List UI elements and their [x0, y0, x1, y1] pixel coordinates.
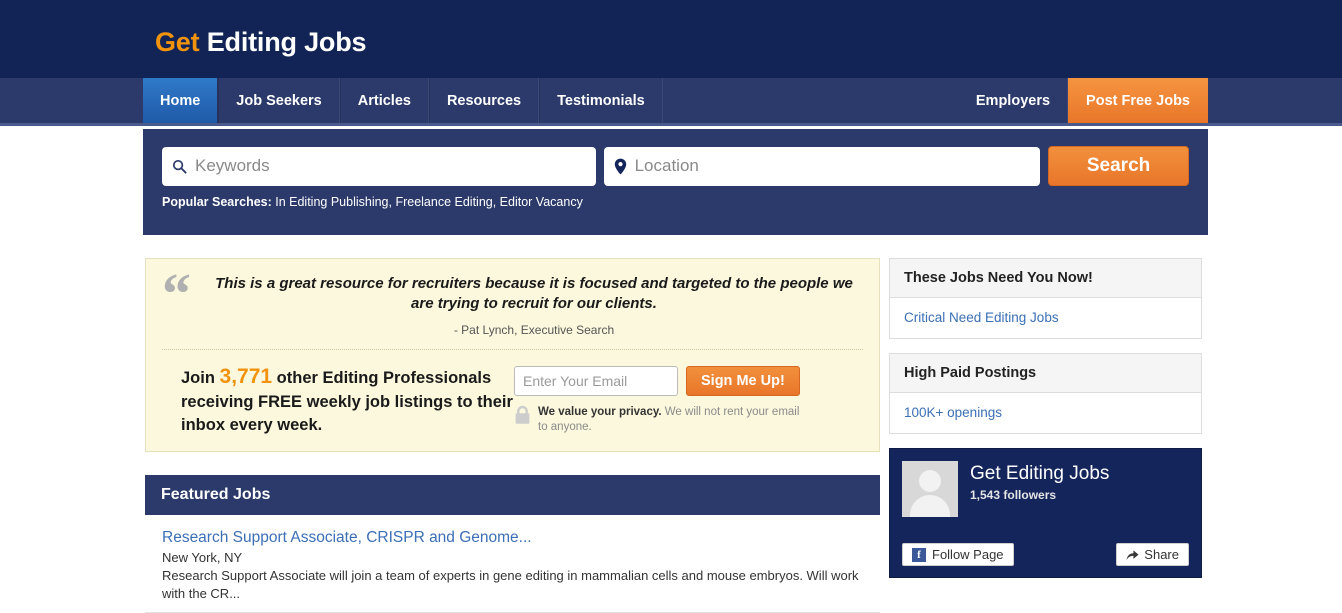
location-field-wrapper[interactable]: [603, 146, 1041, 186]
job-location: New York, NY: [162, 550, 243, 565]
follow-page-button[interactable]: f Follow Page: [902, 543, 1014, 566]
facebook-actions: f Follow Page Share: [902, 543, 1189, 566]
search-button[interactable]: Search: [1048, 146, 1189, 186]
newsletter-form-area: Sign Me Up! We value your privacy. We wi…: [514, 363, 863, 435]
facebook-page-header: Get Editing Jobs 1,543 followers: [902, 461, 1189, 517]
nav-item-post-free-jobs-label: Post Free Jobs: [1086, 92, 1190, 109]
nav-right-group: Employers Post Free Jobs: [959, 78, 1208, 123]
critical-need-editing-jobs-link[interactable]: Critical Need Editing Jobs: [904, 310, 1059, 325]
search-row: Search: [162, 146, 1189, 186]
job-search-panel: Search Popular Searches: In Editing Publ…: [143, 129, 1208, 235]
email-field[interactable]: [514, 365, 678, 396]
facebook-page-widget: Get Editing Jobs 1,543 followers f Follo…: [889, 448, 1202, 578]
nav-item-employers[interactable]: Employers: [959, 78, 1069, 123]
sidebar: These Jobs Need You Now! Critical Need E…: [889, 258, 1202, 578]
featured-jobs-title: Featured Jobs: [145, 475, 880, 515]
nav-item-employers-label: Employers: [975, 92, 1051, 109]
popular-searches-terms[interactable]: In Editing Publishing, Freelance Editing…: [272, 195, 583, 209]
nav-item-testimonials-label: Testimonials: [557, 92, 645, 109]
quote-mark-icon: “: [162, 261, 191, 326]
logo-rest-text: Editing Jobs: [199, 27, 367, 57]
logo-get-text: Get: [155, 27, 200, 57]
subscriber-count: 3,771: [219, 364, 273, 388]
nav-item-resources[interactable]: Resources: [428, 78, 540, 123]
newsletter-signup: Join 3,771 other Editing Professionals r…: [162, 363, 863, 438]
avatar: [902, 461, 958, 517]
popular-searches-label: Popular Searches:: [162, 195, 272, 209]
main-column: “ This is a great resource for recruiter…: [145, 258, 880, 613]
testimonial-text: This is a great resource for recruiters …: [215, 275, 853, 313]
widget-jobs-need-you-title: These Jobs Need You Now!: [890, 259, 1201, 298]
site-header: Get Editing Jobs: [0, 0, 1342, 78]
testimonial-block: “ This is a great resource for recruiter…: [162, 261, 863, 337]
widget-high-paid-postings: High Paid Postings 100K+ openings: [889, 353, 1202, 434]
share-label: Share: [1144, 547, 1179, 562]
newsletter-join-prefix: Join: [181, 368, 220, 387]
nav-item-testimonials[interactable]: Testimonials: [539, 78, 663, 123]
widget-high-paid-postings-title: High Paid Postings: [890, 354, 1201, 393]
promo-box: “ This is a great resource for recruiter…: [145, 258, 880, 452]
nav-item-home-label: Home: [160, 92, 201, 109]
nav-item-articles-label: Articles: [357, 92, 411, 109]
site-logo[interactable]: Get Editing Jobs: [155, 27, 367, 58]
share-button[interactable]: Share: [1116, 543, 1189, 566]
facebook-icon: f: [912, 547, 926, 562]
follow-page-label: Follow Page: [932, 547, 1004, 562]
job-title-link[interactable]: Research Support Associate, CRISPR and G…: [162, 529, 863, 547]
share-arrow-icon: [1126, 549, 1139, 561]
promo-divider: [162, 348, 863, 350]
newsletter-form: Sign Me Up!: [514, 365, 863, 396]
nav-item-home[interactable]: Home: [143, 78, 219, 123]
keywords-field-wrapper[interactable]: [162, 146, 596, 186]
testimonial-attribution: - Pat Lynch, Executive Search: [453, 322, 615, 337]
privacy-text: We value your privacy. We will not rent …: [531, 405, 806, 435]
location-input[interactable]: [626, 156, 1031, 176]
testimonial-body: This is a great resource for recruiters …: [205, 271, 863, 337]
high-paid-openings-link[interactable]: 100K+ openings: [904, 405, 1002, 420]
nav-item-post-free-jobs[interactable]: Post Free Jobs: [1068, 78, 1208, 123]
facebook-page-name[interactable]: Get Editing Jobs: [970, 463, 1109, 485]
nav-item-job-seekers[interactable]: Job Seekers: [218, 78, 340, 123]
nav-item-articles[interactable]: Articles: [339, 78, 429, 123]
signup-button[interactable]: Sign Me Up!: [686, 365, 800, 396]
main-navigation: Home Job Seekers Articles Resources Test…: [0, 78, 1342, 126]
widget-jobs-need-you: These Jobs Need You Now! Critical Need E…: [889, 258, 1202, 339]
widget-high-paid-postings-body: 100K+ openings: [890, 393, 1201, 433]
facebook-follower-count: 1,543 followers: [970, 488, 1057, 502]
facebook-page-meta: Get Editing Jobs 1,543 followers: [958, 461, 1109, 502]
search-input[interactable]: [187, 156, 586, 176]
location-pin-icon: [614, 158, 627, 175]
privacy-bold-text: We value your privacy.: [538, 405, 662, 418]
search-icon: [172, 159, 187, 174]
nav-item-job-seekers-label: Job Seekers: [236, 92, 322, 109]
job-description: Research Support Associate will join a t…: [162, 568, 859, 601]
newsletter-pitch: Join 3,771 other Editing Professionals r…: [162, 363, 514, 438]
job-listing-item: Research Support Associate, CRISPR and G…: [145, 515, 880, 613]
popular-searches: Popular Searches: In Editing Publishing,…: [162, 195, 1189, 209]
lock-icon: [514, 405, 531, 430]
nav-item-resources-label: Resources: [446, 92, 522, 109]
widget-jobs-need-you-body: Critical Need Editing Jobs: [890, 298, 1201, 338]
privacy-notice: We value your privacy. We will not rent …: [514, 405, 863, 435]
featured-jobs-section: Featured Jobs Research Support Associate…: [145, 475, 880, 613]
